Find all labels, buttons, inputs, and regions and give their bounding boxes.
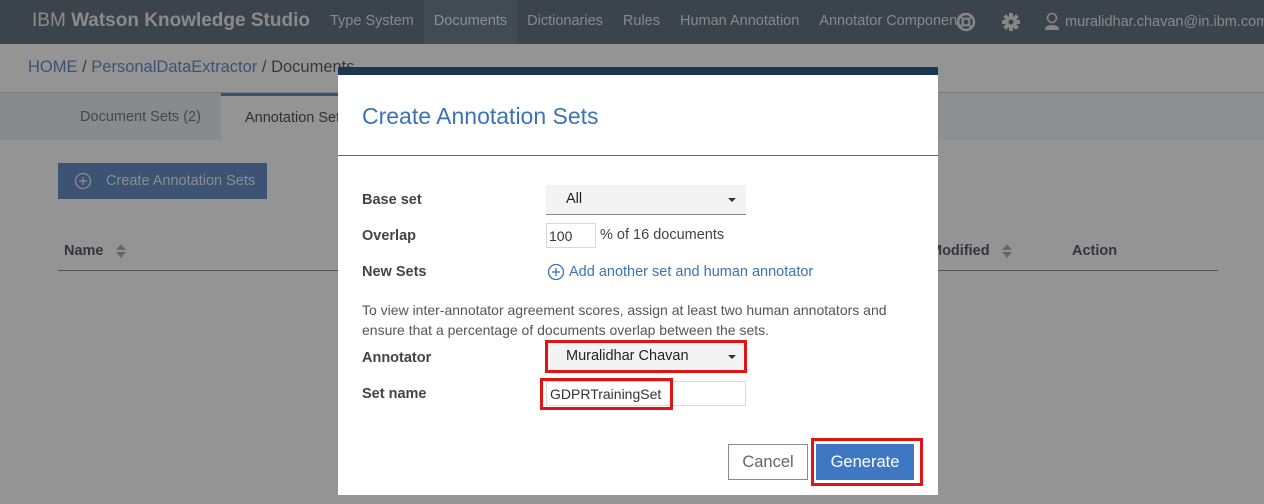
base-set-select[interactable]: All — [546, 185, 746, 215]
generate-button[interactable]: Generate — [816, 444, 914, 480]
new-sets-label: New Sets — [362, 264, 427, 280]
add-another-set-link[interactable]: Add another set and human annotator — [547, 263, 813, 281]
add-circle-icon — [547, 263, 565, 281]
add-another-set-label: Add another set and human annotator — [569, 264, 814, 280]
set-name-label: Set name — [362, 386, 427, 402]
chevron-down-icon — [728, 355, 736, 359]
chevron-down-icon — [728, 198, 736, 202]
set-name-input[interactable] — [546, 381, 746, 406]
overlap-input[interactable] — [546, 223, 596, 248]
annotator-value: Muralidhar Chavan — [566, 348, 689, 364]
annotator-select[interactable]: Muralidhar Chavan — [546, 342, 746, 372]
cancel-button[interactable]: Cancel — [728, 444, 808, 480]
base-set-value: All — [566, 191, 583, 207]
base-set-label: Base set — [362, 192, 422, 208]
overlap-suffix: % of 16 documents — [600, 227, 725, 243]
create-annotation-sets-dialog: Create Annotation Sets Base set All Over… — [338, 67, 938, 495]
dialog-divider — [338, 155, 938, 156]
annotator-label: Annotator — [362, 350, 432, 366]
overlap-label: Overlap — [362, 228, 416, 244]
help-text: To view inter-annotator agreement scores… — [362, 302, 887, 338]
dialog-title: Create Annotation Sets — [362, 103, 599, 129]
